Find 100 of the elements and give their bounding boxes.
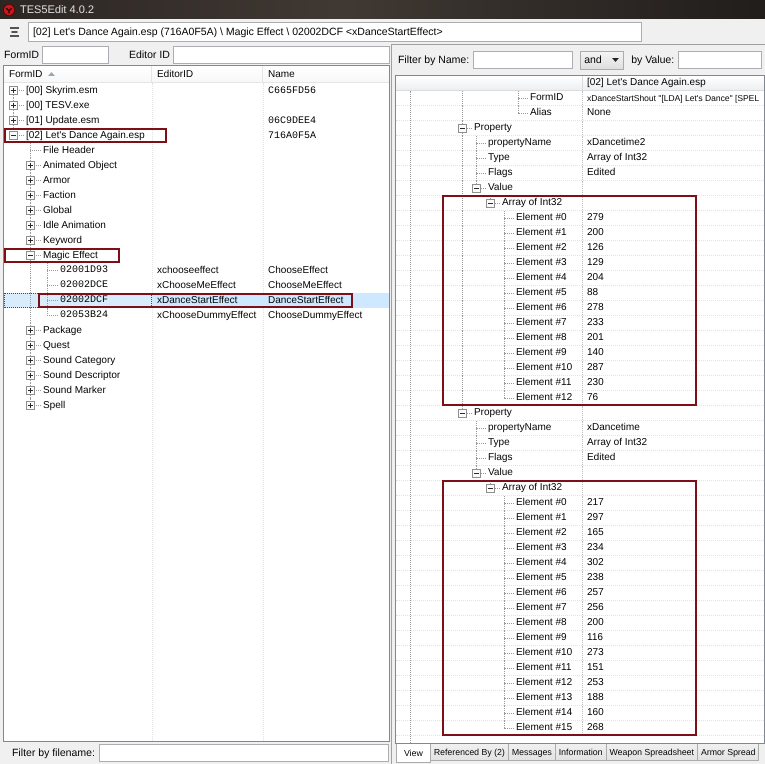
expand-icon[interactable] [26,236,35,245]
column-header[interactable]: Name [263,66,389,82]
tree-row[interactable]: Spell [4,398,389,413]
tree-row[interactable]: Sound Marker [4,383,389,398]
field-label: Element #7 [516,316,567,330]
filter-field[interactable] [98,744,389,762]
filter-label: Filter by filename: [12,747,95,759]
record-group-label: Package [43,324,82,338]
field-value: 233 [587,317,604,328]
record-name-text: ChooseDummyEffect [268,310,362,321]
field-value: 151 [587,662,604,673]
field-label: Element #2 [516,526,567,540]
expand-icon[interactable] [26,191,35,200]
field-label: Type [488,151,510,165]
tree-row[interactable]: [01] Update.esm 06C9DEE4 [4,113,389,128]
record-group-label: Armor [43,174,70,188]
expand-icon[interactable] [26,356,35,365]
expand-icon[interactable] [26,176,35,185]
tab[interactable]: View [396,744,431,763]
filter-field[interactable] [678,51,762,69]
tree-row[interactable]: 02002DCF xDanceStartEffect DanceStartEffect [4,293,389,308]
tree-row[interactable]: Faction [4,188,389,203]
expand-icon[interactable] [26,221,35,230]
collapse-icon[interactable] [458,409,467,418]
filter-label: Editor ID [129,48,170,60]
record-group-label: Idle Animation [43,219,106,233]
tree-row[interactable]: Keyword [4,233,389,248]
editor-id-text: xDanceStartEffect [157,295,238,306]
field-label: Element #11 [516,376,572,390]
sort-arrow-icon [48,72,56,76]
file-header-label: File Header [43,144,95,158]
checksum-text: 06C9DEE4 [268,116,316,127]
field-label: propertyName [488,421,552,435]
filter-field[interactable] [172,46,390,64]
tree-row[interactable]: 02001D93 xchooseeffect ChooseEffect [4,263,389,278]
editor-id-text: xchooseeffect [157,265,219,276]
expand-icon[interactable] [26,326,35,335]
filter-field[interactable] [42,46,109,64]
field-value: Array of Int32 [587,437,648,448]
tab[interactable]: Armor Spread [696,744,760,761]
collapse-icon[interactable] [472,469,481,478]
form-id-text: 02002DCF [60,294,108,308]
column-header[interactable]: FormID [4,66,152,82]
expand-icon[interactable] [26,401,35,410]
tree-row[interactable]: [00] TESV.exe [4,98,389,113]
expand-icon[interactable] [9,101,18,110]
tree-row[interactable]: Package [4,323,389,338]
menu-icon[interactable] [10,26,19,36]
record-name-text: ChooseMeEffect [268,280,342,291]
tree-row[interactable]: Idle Animation [4,218,389,233]
field-label: Element #14 [516,706,572,720]
collapse-icon[interactable] [9,131,18,140]
field-value: Array of Int32 [587,152,648,163]
window-title: TES5Edit 4.0.2 [20,4,94,16]
tree-row[interactable]: Sound Category [4,353,389,368]
expand-icon[interactable] [26,386,35,395]
path-field[interactable]: [02] Let's Dance Again.esp (716A0F5A) \ Magic Effect \ 02002DCF <xDanceStartEffect> [28,22,642,42]
record-group-label: Faction [43,189,76,203]
expand-icon[interactable] [26,161,35,170]
collapse-icon[interactable] [486,199,495,208]
field-value: 200 [587,227,604,238]
collapse-icon[interactable] [472,184,481,193]
tree-row[interactable]: Animated Object [4,158,389,173]
operator-dropdown[interactable]: and [580,50,624,70]
record-group-label: Global [43,204,72,218]
field-label: propertyName [488,136,552,150]
record-group-label: Animated Object [43,159,117,173]
tree-row[interactable]: Global [4,203,389,218]
expand-icon[interactable] [9,116,18,125]
expand-icon[interactable] [26,341,35,350]
collapse-icon[interactable] [26,251,35,260]
field-label: Element #9 [516,346,567,360]
tree-row[interactable]: [02] Let's Dance Again.esp 716A0F5A [4,128,389,143]
tree-row[interactable]: [00] Skyrim.esm C665FD56 [4,83,389,98]
expand-icon[interactable] [26,206,35,215]
field-value: 126 [587,242,604,253]
filter-label: FormID [4,48,39,60]
record-group-label: Magic Effect [43,249,98,263]
record-name-text: ChooseEffect [268,265,328,276]
plugin-file-label: [00] Skyrim.esm [26,84,98,98]
tree-row[interactable]: File Header [4,143,389,158]
field-value: 287 [587,362,604,373]
field-value: 217 [587,497,604,508]
column-header: [02] Let's Dance Again.esp [582,76,764,90]
field-label: Element #5 [516,286,567,300]
tree-row[interactable]: Quest [4,338,389,353]
editor-id-text: xChooseMeEffect [157,280,236,291]
filter-field[interactable] [473,51,574,69]
form-id-text: 02001D93 [60,264,108,278]
expand-icon[interactable] [26,371,35,380]
tree-row[interactable]: Armor [4,173,389,188]
field-value: xDanceStartShout "[LDA] Let's Dance" [SPEL [587,93,760,103]
column-header[interactable]: EditorID [152,66,263,82]
tree-row[interactable]: Magic Effect [4,248,389,263]
tree-row[interactable]: Sound Descriptor [4,368,389,383]
collapse-icon[interactable] [458,124,467,133]
collapse-icon[interactable] [486,484,495,493]
tree-row[interactable]: 02053B24 xChooseDummyEffect ChooseDummyEffect [4,308,389,323]
expand-icon[interactable] [9,86,18,95]
field-value: 278 [587,302,604,313]
